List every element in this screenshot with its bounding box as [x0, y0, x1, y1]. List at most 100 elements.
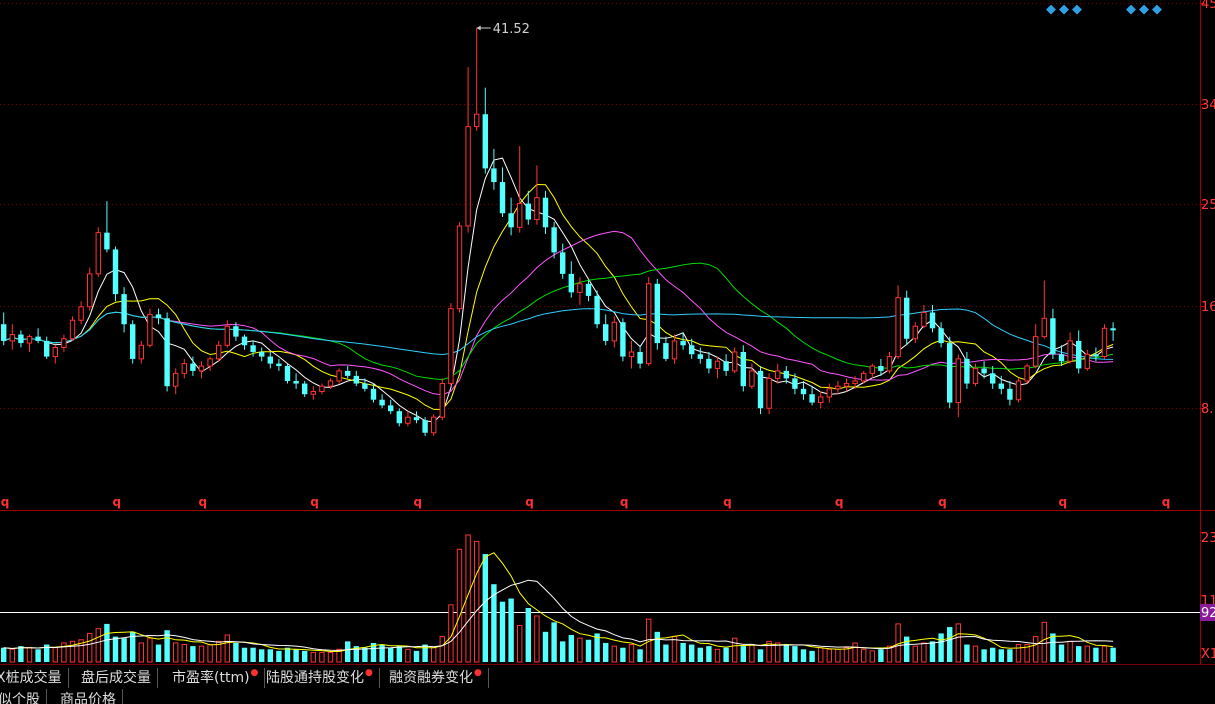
price-tick-label: 16: [1201, 300, 1215, 315]
volume-bar: [964, 644, 970, 662]
candle-body: [1050, 318, 1056, 355]
candle: [276, 358, 282, 371]
volume-bar: [413, 650, 420, 662]
candle-body: [396, 411, 402, 424]
tab-label: 市盈率(ttm): [172, 670, 250, 686]
volume-bar: [181, 644, 188, 663]
volume-bar: [663, 644, 669, 662]
tab-pe-ttm[interactable]: 市盈率(ttm)●: [166, 668, 266, 688]
volume-bar: [173, 642, 179, 663]
candle-body: [757, 370, 764, 409]
tab-commodity-prices[interactable]: 商品价格: [54, 689, 123, 704]
volume-ma-line: [3, 579, 1114, 651]
ma-line: [3, 230, 1114, 396]
candle-body: [155, 314, 162, 319]
volume-bar: [869, 650, 875, 663]
tab-label: 商品价格: [60, 692, 116, 704]
candle-body: [534, 197, 540, 221]
candle-body: [671, 340, 678, 360]
candle: [474, 28, 480, 131]
volume-bar: [972, 645, 979, 663]
candle-body: [405, 416, 411, 424]
q-marker: q: [414, 495, 423, 509]
volume-bar: [706, 646, 712, 662]
volume-bar: [783, 644, 789, 662]
candle-body: [508, 213, 514, 228]
candle: [1084, 349, 1090, 371]
volume-bar: [456, 548, 463, 663]
candle-body: [499, 182, 506, 214]
volume-bar: [198, 645, 205, 663]
volume-bar: [981, 649, 987, 662]
candle: [465, 67, 471, 233]
new-dot-icon: ●: [365, 668, 373, 678]
volume-bar: [405, 648, 411, 663]
candle: [491, 148, 497, 190]
candle-body: [456, 225, 463, 310]
candle-body: [628, 351, 635, 358]
candle-body: [439, 383, 446, 418]
candle-body: [1024, 365, 1030, 382]
candle: [826, 383, 832, 403]
candle: [1050, 308, 1056, 359]
candle-body: [637, 351, 643, 364]
candle: [448, 303, 454, 387]
candle-body: [336, 370, 342, 382]
volume-bar: [319, 651, 325, 663]
candle-body: [302, 383, 308, 395]
candle: [585, 280, 592, 302]
tab-after-hours-volume[interactable]: 盘后成交量: [75, 668, 158, 688]
tab-volume[interactable]: X桩成交量: [0, 668, 69, 688]
candle: [44, 336, 50, 359]
candle-body: [26, 336, 33, 344]
volume-bar: [689, 644, 695, 662]
q-marker: q: [1162, 495, 1171, 509]
stock-chart[interactable]: 453425168. qqqqqqqqqqqq ◆◆◆ ◆◆◆ 41.52 231…: [0, 0, 1215, 664]
candle: [912, 322, 918, 344]
candle: [757, 366, 764, 415]
tab-label: 似个股: [0, 692, 40, 704]
q-marker: q: [310, 495, 319, 509]
diamond-marker-group: ◆◆◆: [1046, 2, 1085, 17]
candle: [508, 197, 514, 236]
candle-body: [809, 394, 815, 403]
tab-margin-trading[interactable]: 融资融券变化●: [383, 668, 489, 688]
candle: [284, 363, 291, 384]
volume-moving-averages: [3, 552, 1114, 652]
volume-bar: [112, 636, 119, 662]
candle: [938, 322, 944, 348]
candle-body: [921, 311, 927, 327]
volume-bar: [388, 647, 394, 662]
candle: [809, 386, 815, 406]
volume-bar: [955, 623, 961, 663]
candle: [671, 334, 678, 364]
candle-body: [1058, 354, 1065, 362]
candle-body: [1, 324, 7, 341]
candle-body: [904, 297, 910, 339]
candle-body: [1033, 336, 1039, 367]
candle: [9, 324, 16, 350]
candle: [388, 399, 394, 415]
candle: [1041, 280, 1047, 339]
tab-northbound-holdings[interactable]: 陆股通持股变化●: [260, 668, 380, 688]
candle: [1033, 324, 1039, 369]
candle: [173, 368, 179, 395]
candle-body: [104, 232, 110, 250]
candle: [104, 201, 110, 253]
candle: [87, 267, 93, 311]
price-tick-label: 25: [1201, 198, 1215, 213]
candle: [439, 378, 446, 421]
price-tick-label: 45: [1201, 0, 1215, 12]
volume-bar: [95, 628, 101, 663]
candle-body: [886, 356, 893, 372]
candle-body: [611, 321, 617, 342]
candle: [69, 316, 76, 341]
candle-body: [749, 370, 755, 387]
candle: [155, 308, 162, 325]
tab-similar-stocks[interactable]: 似个股: [0, 689, 47, 704]
volume-bar: [1015, 644, 1022, 663]
candle: [456, 222, 463, 313]
volume-bar: [551, 622, 557, 662]
volume-bar: [577, 637, 583, 663]
candle-body: [792, 378, 798, 389]
